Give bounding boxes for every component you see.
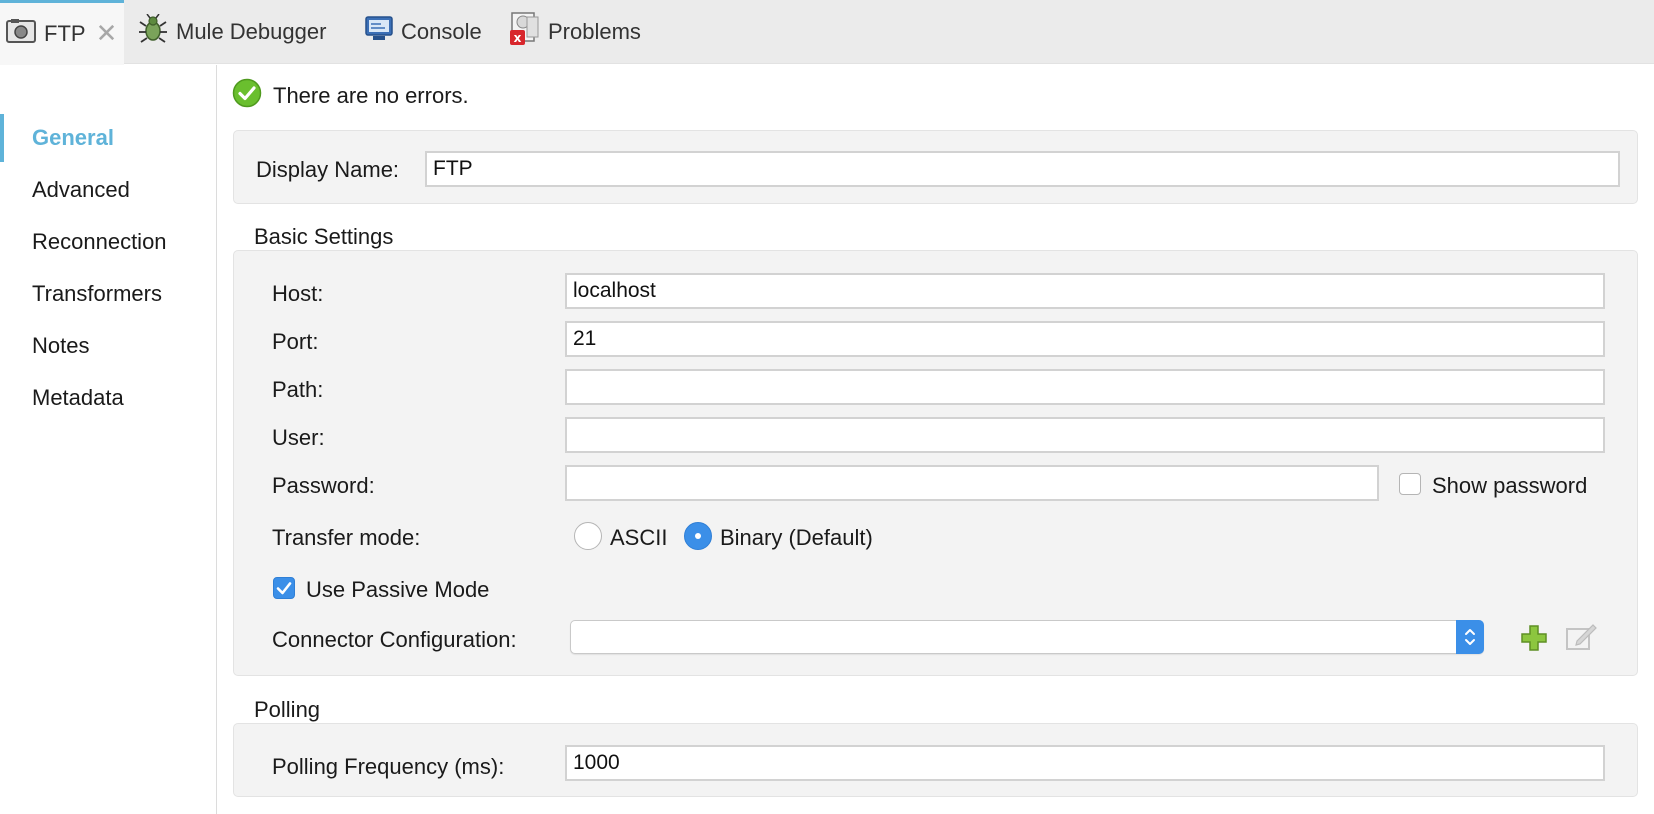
polling-title: Polling: [254, 697, 321, 722]
ascii-radio[interactable]: [574, 522, 602, 550]
validation-status: There are no errors.: [232, 78, 469, 114]
editor-tab-bar: FTP ✕ Mule Debugger Console x Problems: [0, 0, 1654, 65]
transfer-mode-label: Transfer mode:: [272, 525, 421, 550]
tab-problems[interactable]: x Problems: [510, 0, 641, 64]
tab-label: Problems: [548, 19, 641, 44]
svg-text:x: x: [514, 31, 522, 45]
edit-configuration-icon[interactable]: [1565, 623, 1597, 659]
password-label: Password:: [272, 473, 375, 498]
tab-ftp[interactable]: FTP ✕: [0, 0, 124, 65]
tab-label: Console: [401, 19, 482, 44]
show-password-checkbox[interactable]: [1399, 473, 1421, 495]
sidebar-item-label: Metadata: [32, 385, 124, 410]
tab-mule-debugger[interactable]: Mule Debugger: [138, 0, 326, 64]
connector-configuration-select[interactable]: [570, 620, 1484, 654]
sidebar-item-label: Advanced: [32, 177, 130, 202]
password-field[interactable]: [565, 465, 1379, 501]
ascii-label: ASCII: [610, 525, 668, 550]
sidebar-item-transformers[interactable]: Transformers: [0, 270, 216, 318]
problems-icon: x: [510, 12, 540, 52]
status-text: There are no errors.: [273, 83, 469, 108]
polling-frequency-label: Polling Frequency (ms):: [272, 754, 505, 779]
display-name-field[interactable]: [425, 151, 1620, 187]
sidebar-item-notes[interactable]: Notes: [0, 322, 216, 370]
tab-label: Mule Debugger: [176, 19, 327, 44]
host-label: Host:: [272, 281, 324, 306]
binary-label: Binary (Default): [720, 525, 873, 550]
host-field[interactable]: [565, 273, 1605, 309]
sidebar-item-label: Transformers: [32, 281, 162, 306]
ftp-endpoint-icon: [6, 18, 36, 50]
display-name-label: Display Name:: [256, 157, 400, 182]
passive-mode-label: Use Passive Mode: [306, 577, 490, 602]
port-label: Port:: [272, 329, 319, 354]
path-field[interactable]: [565, 369, 1605, 405]
path-label: Path:: [272, 377, 324, 402]
connector-configuration-label: Connector Configuration:: [272, 627, 517, 652]
basic-settings-title: Basic Settings: [254, 224, 394, 249]
basic-settings-panel: [233, 250, 1638, 676]
port-field[interactable]: [565, 321, 1605, 357]
checkmark-icon: [276, 581, 291, 594]
tab-console[interactable]: Console: [365, 0, 482, 64]
sidebar-item-label: General: [32, 125, 114, 150]
sidebar-item-general[interactable]: General: [0, 114, 216, 162]
add-configuration-icon[interactable]: [1520, 624, 1548, 658]
console-monitor-icon: [365, 16, 393, 48]
binary-radio[interactable]: [684, 522, 712, 550]
close-tab-icon[interactable]: ✕: [96, 21, 118, 47]
user-field[interactable]: [565, 417, 1605, 453]
sidebar-item-label: Reconnection: [32, 229, 167, 254]
user-label: User:: [272, 425, 325, 450]
property-sidebar: General Advanced Reconnection Transforme…: [0, 65, 217, 814]
sidebar-item-metadata[interactable]: Metadata: [0, 374, 216, 422]
check-circle-icon: [232, 78, 262, 114]
show-password-label: Show password: [1432, 473, 1588, 498]
polling-frequency-field[interactable]: [565, 745, 1605, 781]
bug-icon: [138, 13, 168, 50]
tab-label: FTP: [44, 21, 86, 46]
passive-mode-checkbox[interactable]: [273, 577, 295, 599]
sidebar-item-reconnection[interactable]: Reconnection: [0, 218, 216, 266]
chevron-up-down-icon: [1456, 620, 1484, 654]
sidebar-item-label: Notes: [32, 333, 90, 358]
sidebar-item-advanced[interactable]: Advanced: [0, 166, 216, 214]
